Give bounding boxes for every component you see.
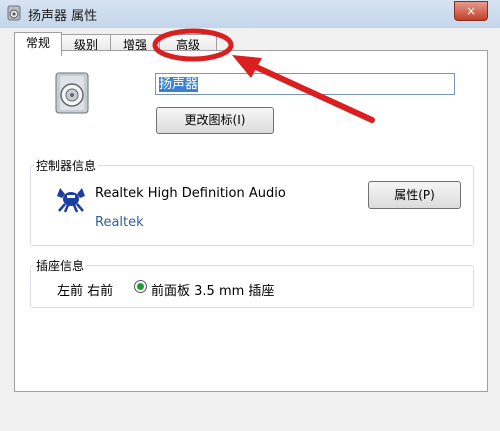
controller-vendor: Realtek: [95, 215, 144, 230]
speaker-icon: [55, 72, 89, 114]
close-button[interactable]: ×: [454, 1, 488, 21]
tab-general[interactable]: 常规: [14, 32, 62, 56]
jack-color-indicator: [134, 280, 147, 293]
device-name-value: 扬声器: [159, 77, 199, 92]
speaker-icon: [7, 5, 21, 21]
controller-name: Realtek High Definition Audio: [95, 186, 286, 201]
title-bar: 扬声器 属性 ×: [0, 0, 500, 29]
controller-section-label: 控制器信息: [34, 157, 99, 174]
window-title: 扬声器 属性: [28, 9, 98, 24]
properties-button[interactable]: 属性(P): [368, 181, 461, 209]
device-name-input[interactable]: 扬声器: [155, 73, 455, 95]
jack-section-label: 插座信息: [34, 257, 87, 274]
jack-position: 左前 右前: [57, 284, 114, 299]
jack-description: 前面板 3.5 mm 插座: [151, 284, 275, 299]
realtek-crab-icon: [57, 188, 85, 213]
change-icon-button[interactable]: 更改图标(I): [156, 107, 274, 134]
